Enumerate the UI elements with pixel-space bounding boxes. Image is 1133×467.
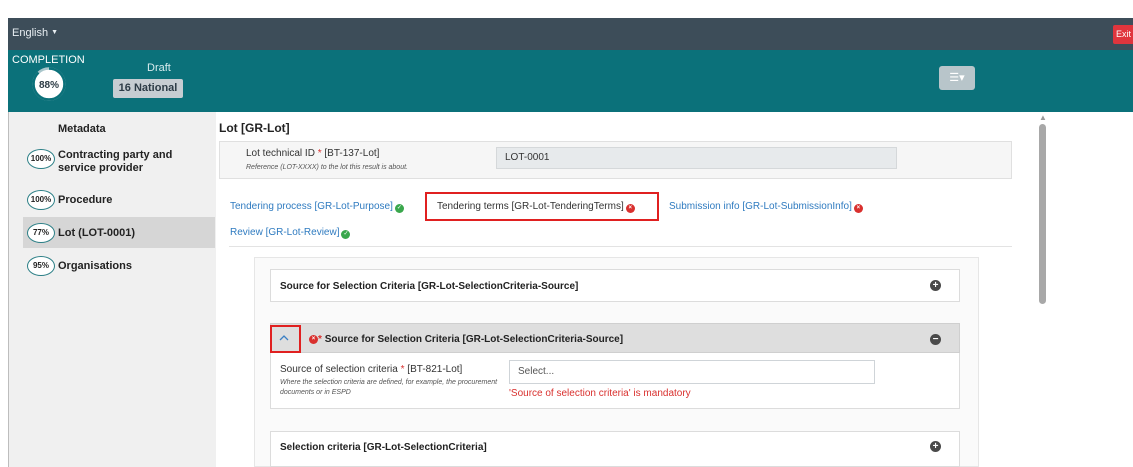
required-asterisk: * (318, 334, 322, 345)
scroll-up-arrow-icon[interactable]: ▲ (1039, 113, 1047, 122)
lot-id-label: Lot technical ID * [BT-137-Lot] (246, 148, 379, 159)
sidebar-item-label: Procedure (58, 194, 113, 206)
section-title-text: Source for Selection Criteria [GR-Lot-Se… (324, 334, 624, 345)
divider (229, 246, 1012, 247)
exit-button[interactable]: Exit (1113, 25, 1133, 44)
section-title: Source for Selection Criteria [GR-Lot-Se… (280, 281, 579, 292)
sidebar-item-label: Organisations (58, 260, 132, 272)
add-circle-icon[interactable]: + (930, 441, 941, 452)
tab-submission-info[interactable]: Submission info [GR-Lot-SubmissionInfo] × (669, 201, 863, 213)
completion-label: COMPLETION (12, 54, 85, 66)
completion-progress-ring: 88% (32, 67, 66, 101)
section-title: Selection criteria [GR-Lot-SelectionCrit… (280, 442, 487, 453)
progress-badge: 77% (27, 223, 55, 243)
source-select[interactable]: Select... (509, 360, 875, 384)
settings-dropdown-button[interactable]: ☰▾ (939, 66, 975, 90)
tab-tendering-process[interactable]: Tendering process [GR-Lot-Purpose] ✓ (230, 201, 404, 213)
add-circle-icon[interactable]: + (930, 280, 941, 291)
tab-label: Submission info [GR-Lot-SubmissionInfo] (669, 201, 852, 212)
source-field-label: Source of selection criteria * [BT-821-L… (280, 364, 462, 375)
caret-down-icon: ▼ (51, 29, 59, 36)
error-circle-icon: × (853, 204, 863, 213)
progress-badge: 100% (27, 149, 55, 169)
sidebar-border (8, 112, 9, 467)
tab-review[interactable]: Review [GR-Lot-Review] ✓ (230, 227, 351, 239)
app-window: English ▼ Exit COMPLETION 88% Draft 16 Na… (0, 0, 1133, 467)
sidebar-title: Metadata (58, 123, 106, 135)
source-field-code: [BT-821-Lot] (404, 364, 463, 375)
source-field-label-text: Source of selection criteria (280, 364, 398, 375)
section-title: * Source for Selection Criteria [GR-Lot-… (318, 334, 623, 345)
page-title: Lot [GR-Lot] (219, 121, 290, 135)
tab-label: Review [GR-Lot-Review] (230, 227, 340, 238)
lot-id-code: [BT-137-Lot] (321, 148, 380, 159)
check-circle-icon: ✓ (341, 230, 351, 239)
tab-highlight-box (425, 192, 659, 221)
scrollbar-thumb[interactable] (1039, 124, 1046, 304)
lot-id-input[interactable]: LOT-0001 (496, 147, 897, 169)
sidebar-item-label: Lot (LOT-0001) (58, 227, 136, 239)
source-field-help: Where the selection criteria are defined… (280, 379, 498, 396)
lot-id-label-text: Lot technical ID (246, 148, 315, 159)
status-label: Draft (147, 62, 171, 74)
progress-badge: 95% (27, 256, 55, 276)
completion-percent: 88% (39, 80, 59, 91)
language-label: English (12, 27, 49, 39)
progress-badge: 100% (27, 190, 55, 210)
notice-type-badge: 16 National (113, 79, 183, 98)
top-bar: English ▼ Exit (8, 18, 1133, 50)
chevron-up-icon[interactable] (279, 333, 289, 343)
validation-error: 'Source of selection criteria' is mandat… (509, 388, 691, 399)
lot-id-help: Reference (LOT-XXXX) to the lot this res… (246, 164, 408, 171)
sidebar-item-label: service provider (58, 162, 143, 174)
sidebar-item-organisations[interactable]: Organisations (58, 260, 208, 272)
sliders-icon: ☰▾ (949, 72, 965, 84)
sidebar-item-contracting-party[interactable]: Contracting party and service provider (58, 149, 208, 175)
remove-circle-icon[interactable]: − (930, 334, 941, 345)
error-circle-icon: × (309, 335, 318, 344)
sidebar-item-lot-label: Lot (LOT-0001) (58, 227, 208, 239)
check-circle-icon: ✓ (394, 204, 404, 213)
tab-label: Tendering process [GR-Lot-Purpose] (230, 201, 393, 212)
language-selector[interactable]: English ▼ (12, 27, 58, 39)
sidebar-item-procedure[interactable]: Procedure (58, 194, 208, 206)
sidebar-item-label: Contracting party and (58, 149, 173, 161)
